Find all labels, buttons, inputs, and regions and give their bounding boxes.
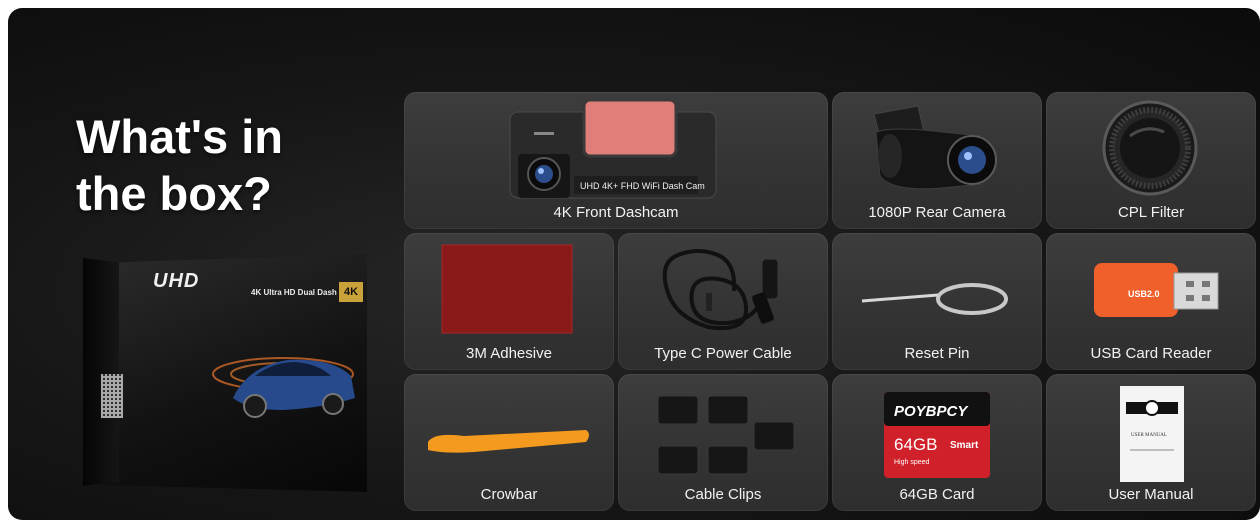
item-reset-pin: Reset Pin [832, 233, 1042, 370]
cpl-filter-image [1046, 92, 1256, 202]
item-label: User Manual [1108, 486, 1194, 503]
item-label: 64GB Card [899, 486, 975, 503]
item-cpl-filter: CPL Filter [1046, 92, 1256, 229]
item-3m-adhesive: 3M Adhesive [404, 233, 614, 370]
sd-card-capacity: 64GB [894, 435, 937, 454]
user-manual-image: USER MANUAL [1046, 374, 1256, 484]
item-64gb-card: POYBPCY 64GB Smart High speed 64GB Card [832, 374, 1042, 511]
box-contents-grid: UHD 4K+ FHD WiFi Dash Cam 4K Front Dashc… [404, 92, 1256, 518]
headline-line-1: What's in [76, 110, 284, 163]
rear-camera-image [832, 92, 1042, 202]
usb-reader-image: USB2.0 [1046, 233, 1256, 343]
item-label: Crowbar [480, 486, 538, 503]
sd-card-type: Smart [950, 440, 979, 451]
headline-line-2: the box? [76, 167, 272, 220]
item-label: Cable Clips [684, 486, 762, 503]
item-crowbar: Crowbar [404, 374, 614, 511]
crowbar-image [404, 374, 614, 484]
car-illustration [212, 357, 355, 418]
reset-pin-image [832, 233, 1042, 343]
sd-card-image: POYBPCY 64GB Smart High speed [832, 374, 1042, 484]
item-label: USB Card Reader [1090, 345, 1212, 362]
manual-title: USER MANUAL [1131, 433, 1167, 438]
item-front-dashcam: UHD 4K+ FHD WiFi Dash Cam 4K Front Dashc… [404, 92, 828, 229]
cable-clips-image [618, 374, 828, 484]
item-label: 1080P Rear Camera [868, 204, 1006, 221]
item-label: 4K Front Dashcam [553, 204, 679, 221]
adhesive-image [404, 233, 614, 343]
item-power-cable: Type C Power Cable [618, 233, 828, 370]
headline: What's in the box? [76, 108, 336, 222]
sd-card-sub: High speed [894, 459, 930, 466]
product-banner: What's in the box? UHD 4K Ultra HD Dual … [8, 8, 1260, 520]
usb-reader-text: USB2.0 [1128, 289, 1160, 299]
front-dashcam-image: UHD 4K+ FHD WiFi Dash Cam [404, 92, 828, 202]
front-dashcam-model-text: UHD 4K+ FHD WiFi Dash Cam [580, 181, 705, 191]
item-rear-camera: 1080P Rear Camera [832, 92, 1042, 229]
item-label: CPL Filter [1117, 204, 1185, 221]
item-cable-clips: Cable Clips [618, 374, 828, 511]
item-label: Reset Pin [904, 345, 970, 362]
item-user-manual: USER MANUAL User Manual [1046, 374, 1256, 511]
item-usb-card-reader: USB2.0 USB Card Reader [1046, 233, 1256, 370]
sd-card-brand: POYBPCY [894, 403, 969, 420]
item-label: Type C Power Cable [654, 345, 792, 362]
power-cable-image [618, 233, 828, 343]
product-box-image: UHD 4K Ultra HD Dual Dash Cam 4K [83, 248, 383, 498]
item-label: 3M Adhesive [466, 345, 552, 362]
